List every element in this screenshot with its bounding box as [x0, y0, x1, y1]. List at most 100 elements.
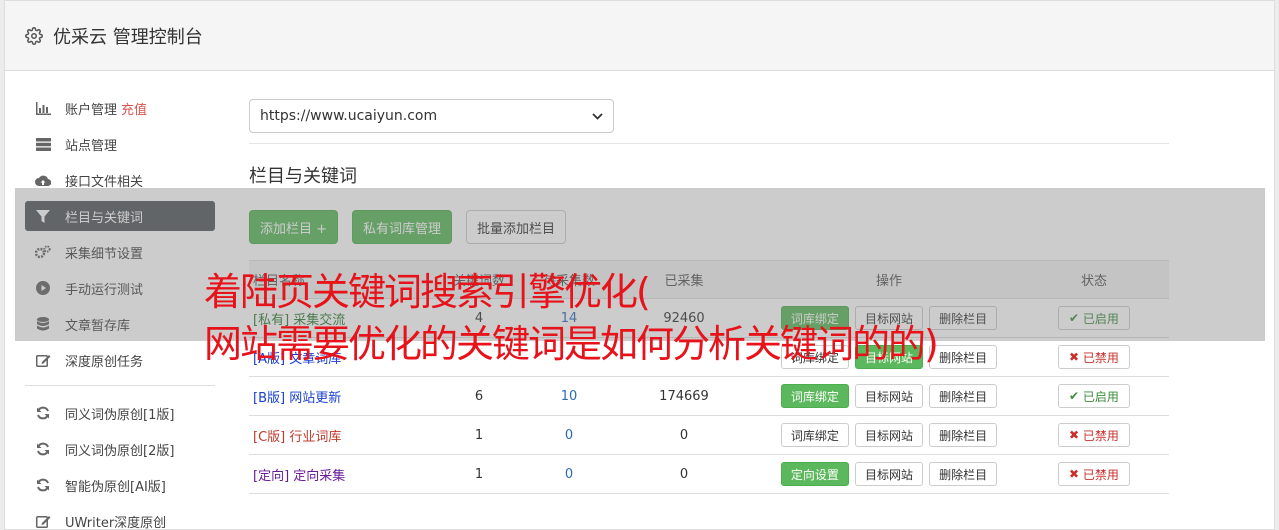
sidebar-item-deep-original[interactable]: 深度原创任务	[25, 345, 215, 375]
bar-chart-icon	[35, 100, 51, 116]
check-icon: ✔	[1069, 311, 1083, 325]
status-label: 已启用	[1082, 389, 1119, 404]
section-title: 栏目与关键词	[249, 166, 357, 187]
status-label: 已启用	[1082, 311, 1119, 326]
chevron-down-icon	[592, 109, 603, 123]
sidebar-item-synonym-v1[interactable]: 同义词伪原创[1版]	[25, 398, 215, 428]
sidebar-item-sites[interactable]: 站点管理	[25, 129, 215, 159]
done-count: 0	[609, 454, 759, 494]
column-tag: [C版]	[253, 429, 286, 445]
delete-column-button[interactable]: 删除栏目	[929, 384, 998, 408]
column-name: 网站更新	[289, 390, 342, 406]
directional-settings-button[interactable]: 定向设置	[780, 462, 849, 486]
column-name-cell[interactable]: [私有] 采集交流	[249, 298, 429, 338]
column-name-cell[interactable]: [定向] 定向采集	[249, 454, 429, 494]
status-toggle[interactable]: ✔ 已启用	[1058, 384, 1130, 408]
target-site-button[interactable]: 目标网站	[854, 384, 923, 408]
done-count: 92460	[609, 298, 759, 338]
table-row: [B版] 网站更新 6 10 174669 词库绑定 目标网站 删除栏目 ✔ 已…	[249, 376, 1169, 416]
sidebar-item-label: 手动运行测试	[65, 282, 144, 298]
column-name-cell[interactable]: [A版] 文章词库	[249, 337, 429, 377]
status-toggle[interactable]: ✖ 已禁用	[1058, 423, 1130, 447]
sidebar-item-label: 采集细节设置	[65, 246, 144, 262]
target-site-button[interactable]: 目标网站	[854, 462, 923, 486]
sidebar-item-label: 智能伪原创[AI版]	[65, 479, 166, 495]
delete-column-button[interactable]: 删除栏目	[929, 423, 998, 447]
column-tag: [B版]	[253, 390, 286, 406]
sidebar-item-synonym-v2[interactable]: 同义词伪原创[2版]	[25, 434, 215, 464]
keyword-count: 4	[429, 298, 529, 338]
check-icon: ✔	[1069, 389, 1083, 403]
site-select-value: https://www.ucaiyun.com	[260, 108, 438, 124]
status-cell: ✔ 已启用	[1019, 376, 1169, 416]
delete-column-button[interactable]: 删除栏目	[929, 306, 998, 330]
done-count	[609, 337, 759, 377]
sidebar-item-api-files[interactable]: 接口文件相关	[25, 165, 215, 195]
site-select[interactable]: https://www.ucaiyun.com	[249, 99, 614, 133]
delete-column-button[interactable]: 删除栏目	[929, 345, 998, 369]
pending-count[interactable]: 0	[529, 454, 609, 494]
status-toggle[interactable]: ✖ 已禁用	[1058, 345, 1130, 369]
sidebar-item-uwriter[interactable]: UWriter深度原创	[25, 506, 215, 530]
column-name: 行业词库	[289, 429, 342, 445]
sidebar-item-label: 同义词伪原创[2版]	[65, 443, 175, 459]
bind-lib-button[interactable]: 词库绑定	[780, 384, 849, 408]
edit-icon	[35, 352, 51, 368]
divider	[249, 143, 1169, 144]
private-lib-button[interactable]: 私有词库管理	[352, 210, 453, 244]
database-icon	[35, 316, 51, 332]
batch-add-button[interactable]: 批量添加栏目	[466, 210, 567, 244]
pending-count[interactable]: 14	[529, 298, 609, 338]
sidebar-item-label: 账户管理	[65, 102, 118, 118]
sidebar-item-account[interactable]: 账户管理 充值	[25, 93, 215, 123]
page-title: 优采云 管理控制台	[53, 26, 203, 48]
pending-count[interactable]: 10	[529, 376, 609, 416]
bind-lib-button[interactable]: 词库绑定	[780, 306, 849, 330]
col-header-keywords: 关键词数	[429, 260, 529, 299]
sidebar-item-label: 深度原创任务	[65, 354, 144, 370]
refresh-icon	[35, 405, 51, 421]
main-content: https://www.ucaiyun.com 栏目与关键词 添加栏目 + 私有…	[249, 99, 1169, 494]
gears-icon	[35, 244, 51, 260]
sidebar-item-collect-settings[interactable]: 采集细节设置	[25, 237, 215, 267]
table-header-row: 栏目名称 关键词数 待采集数 已采集 操作 状态	[249, 260, 1169, 299]
sidebar-item-label: 文章暂存库	[65, 318, 131, 334]
recharge-link[interactable]: 充值	[121, 99, 147, 118]
actions-cell: 词库绑定 目标网站 删除栏目	[759, 337, 1019, 377]
status-toggle[interactable]: ✖ 已禁用	[1058, 462, 1130, 486]
column-name-cell[interactable]: [C版] 行业词库	[249, 415, 429, 455]
sidebar-item-ai-original[interactable]: 智能伪原创[AI版]	[25, 470, 215, 500]
bind-lib-button[interactable]: 词库绑定	[780, 345, 849, 369]
keyword-count: 6	[429, 376, 529, 416]
table-row: [私有] 采集交流 4 14 92460 词库绑定 目标网站 删除栏目 ✔ 已启…	[249, 298, 1169, 338]
server-icon	[35, 136, 51, 152]
sidebar-item-label: 站点管理	[65, 138, 118, 154]
status-cell: ✖ 已禁用	[1019, 337, 1169, 377]
pending-count[interactable]	[529, 337, 609, 377]
target-site-button[interactable]: 目标网站	[854, 345, 923, 369]
target-site-button[interactable]: 目标网站	[854, 423, 923, 447]
console-panel: 优采云 管理控制台 账户管理 充值 站点管理 接口文件相关 栏目与关键词 采集细…	[4, 0, 1275, 530]
cross-icon: ✖	[1069, 350, 1083, 364]
column-name: 文章词库	[289, 351, 342, 367]
actions-cell: 词库绑定 目标网站 删除栏目	[759, 415, 1019, 455]
pending-count[interactable]: 0	[529, 415, 609, 455]
keyword-count	[429, 337, 529, 377]
add-column-button[interactable]: 添加栏目 +	[249, 210, 339, 244]
col-header-name: 栏目名称	[249, 260, 429, 299]
sidebar-item-article-store[interactable]: 文章暂存库	[25, 309, 215, 339]
sidebar-item-columns-keywords[interactable]: 栏目与关键词	[25, 201, 215, 231]
column-name-cell[interactable]: [B版] 网站更新	[249, 376, 429, 416]
status-label: 已禁用	[1082, 467, 1119, 482]
status-label: 已禁用	[1082, 350, 1119, 365]
status-cell: ✖ 已禁用	[1019, 454, 1169, 494]
cross-icon: ✖	[1069, 467, 1083, 481]
bind-lib-button[interactable]: 词库绑定	[780, 423, 849, 447]
target-site-button[interactable]: 目标网站	[854, 306, 923, 330]
status-toggle[interactable]: ✔ 已启用	[1058, 306, 1130, 330]
sidebar-item-manual-run[interactable]: 手动运行测试	[25, 273, 215, 303]
cloud-upload-icon	[35, 172, 51, 188]
delete-column-button[interactable]: 删除栏目	[929, 462, 998, 486]
sidebar-item-label: 接口文件相关	[65, 174, 144, 190]
sidebar: 账户管理 充值 站点管理 接口文件相关 栏目与关键词 采集细节设置 手动运行测试…	[25, 93, 215, 530]
